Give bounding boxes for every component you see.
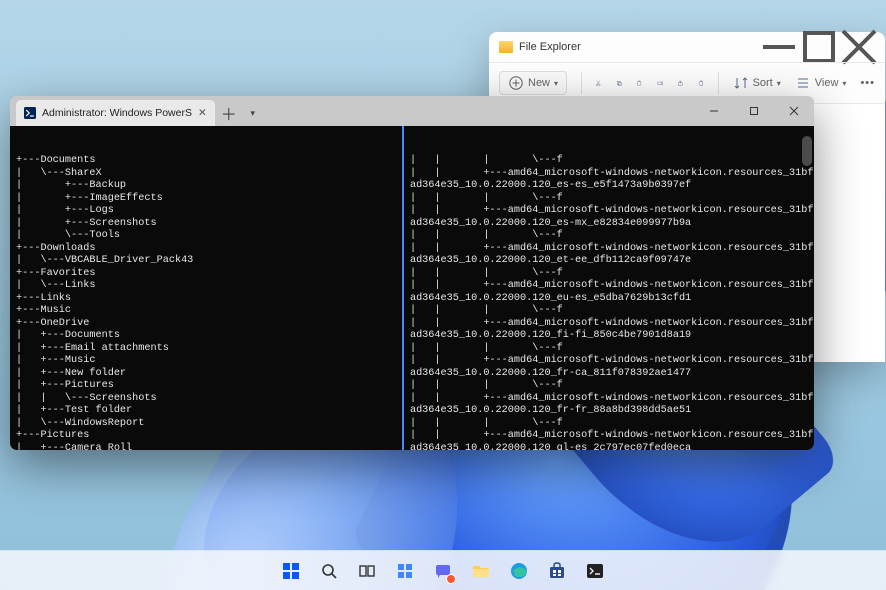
sort-icon [733, 75, 749, 91]
terminal-pane-right[interactable]: | | | \---f| | +---amd64_microsoft-windo… [404, 126, 814, 450]
terminal-line: | +---Music [16, 355, 396, 368]
explorer-title: File Explorer [519, 41, 581, 53]
new-tab-button[interactable]: ＋ [215, 100, 243, 126]
maximize-button[interactable] [799, 32, 839, 62]
taskbar [0, 550, 886, 590]
scrollbar[interactable] [802, 130, 812, 450]
terminal-line: | +---Backup [16, 180, 396, 193]
sort-label: Sort [753, 77, 773, 89]
terminal-line: ad364e35_10.0.22000.120_es-es_e5f1473a9b… [410, 180, 808, 193]
plus-icon [508, 75, 524, 91]
terminal-line: ad364e35_10.0.22000.120_gl-es_2c797ec07f… [410, 443, 808, 451]
folder-icon [499, 41, 513, 53]
view-label: View [815, 77, 839, 89]
terminal-line: | +---Email attachments [16, 343, 396, 356]
terminal-line: | | +---amd64_microsoft-windows-networki… [410, 318, 808, 331]
terminal-line: | \---Tools [16, 230, 396, 243]
terminal-line: +---Favorites [16, 268, 396, 281]
terminal-tab[interactable]: Administrator: Windows PowerS ✕ [16, 100, 215, 126]
terminal-line: | \---VBCABLE_Driver_Pack43 [16, 255, 396, 268]
terminal-line: | +---Test folder [16, 405, 396, 418]
terminal-line: | | +---amd64_microsoft-windows-networki… [410, 205, 808, 218]
terminal-line: | \---ShareX [16, 168, 396, 181]
maximize-button[interactable] [734, 96, 774, 126]
terminal-line: | +---Pictures [16, 380, 396, 393]
terminal-line: | | | \---f [410, 305, 808, 318]
terminal-line: | | | \---f [410, 343, 808, 356]
terminal-line: | | | \---f [410, 268, 808, 281]
terminal-line: | | | \---f [410, 380, 808, 393]
new-label: New [528, 77, 550, 89]
minimize-button[interactable] [759, 32, 799, 62]
terminal-line: | | +---amd64_microsoft-windows-networki… [410, 243, 808, 256]
terminal-line: ad364e35_10.0.22000.120_et-ee_dfb112ca9f… [410, 255, 808, 268]
task-view-button[interactable] [351, 555, 383, 587]
terminal-line: | | \---Screenshots [16, 393, 396, 406]
terminal-line: | | | \---f [410, 418, 808, 431]
terminal-line: +---Pictures [16, 430, 396, 443]
cut-icon[interactable] [595, 75, 601, 91]
explorer-titlebar[interactable]: File Explorer [489, 32, 885, 62]
terminal-line: ad364e35_10.0.22000.120_es-mx_e82834e099… [410, 218, 808, 231]
terminal-button[interactable] [579, 555, 611, 587]
search-button[interactable] [313, 555, 345, 587]
terminal-line: | | +---amd64_microsoft-windows-networki… [410, 430, 808, 443]
terminal-line: ad364e35_10.0.22000.120_fr-fr_88a8bd398d… [410, 405, 808, 418]
terminal-line: ad364e35_10.0.22000.120_eu-es_e5dba7629b… [410, 293, 808, 306]
sort-button[interactable]: Sort ▾ [733, 75, 781, 91]
terminal-line: +---OneDrive [16, 318, 396, 331]
terminal-line: +---Links [16, 293, 396, 306]
chevron-down-icon: ▾ [777, 79, 781, 88]
terminal-line: +---Music [16, 305, 396, 318]
terminal-line: | | +---amd64_microsoft-windows-networki… [410, 168, 808, 181]
close-button[interactable] [839, 32, 879, 62]
new-button[interactable]: New ▾ [499, 71, 567, 95]
chat-button[interactable] [427, 555, 459, 587]
terminal-line: ad364e35_10.0.22000.120_fi-fi_850c4be790… [410, 330, 808, 343]
terminal-tab-title: Administrator: Windows PowerS [42, 107, 192, 119]
more-icon[interactable]: ••• [860, 75, 875, 91]
terminal-line: | | | \---f [410, 230, 808, 243]
terminal-line: | +---ImageEffects [16, 193, 396, 206]
terminal-line: +---Documents [16, 155, 396, 168]
view-icon [795, 75, 811, 91]
tab-dropdown-button[interactable]: ▾ [243, 100, 263, 126]
rename-icon[interactable] [657, 75, 663, 91]
share-icon[interactable] [677, 75, 683, 91]
terminal-line: | | +---amd64_microsoft-windows-networki… [410, 393, 808, 406]
file-explorer-button[interactable] [465, 555, 497, 587]
widgets-button[interactable] [389, 555, 421, 587]
paste-icon[interactable] [636, 75, 642, 91]
terminal-line: | \---Links [16, 280, 396, 293]
minimize-button[interactable] [694, 96, 734, 126]
terminal-pane-left[interactable]: +---Documents| \---ShareX| +---Backup| +… [10, 126, 404, 450]
terminal-tabbar: Administrator: Windows PowerS ✕ ＋ ▾ [10, 96, 814, 126]
terminal-body[interactable]: +---Documents| \---ShareX| +---Backup| +… [10, 126, 814, 450]
copy-icon[interactable] [616, 75, 622, 91]
edge-button[interactable] [503, 555, 535, 587]
terminal-line: | | | \---f [410, 193, 808, 206]
view-button[interactable]: View ▾ [795, 75, 847, 91]
close-tab-icon[interactable]: ✕ [198, 107, 207, 119]
terminal-line: | +---Camera Roll [16, 443, 396, 451]
terminal-line: | +---Logs [16, 205, 396, 218]
terminal-line: +---Downloads [16, 243, 396, 256]
terminal-line: | | +---amd64_microsoft-windows-networki… [410, 280, 808, 293]
terminal-line: ad364e35_10.0.22000.120_fr-ca_811f078392… [410, 368, 808, 381]
start-button[interactable] [275, 555, 307, 587]
store-button[interactable] [541, 555, 573, 587]
terminal-line: | +---Documents [16, 330, 396, 343]
terminal-line: | | +---amd64_microsoft-windows-networki… [410, 355, 808, 368]
terminal-window: Administrator: Windows PowerS ✕ ＋ ▾ +---… [10, 96, 814, 450]
terminal-line: | \---WindowsReport [16, 418, 396, 431]
terminal-line: | +---New folder [16, 368, 396, 381]
chevron-down-icon: ▾ [842, 79, 846, 88]
scrollbar-thumb[interactable] [802, 136, 812, 166]
chevron-down-icon: ▾ [554, 79, 558, 88]
terminal-line: | +---Screenshots [16, 218, 396, 231]
delete-icon[interactable] [698, 75, 704, 91]
terminal-line: | | | \---f [410, 155, 808, 168]
close-button[interactable] [774, 96, 814, 126]
